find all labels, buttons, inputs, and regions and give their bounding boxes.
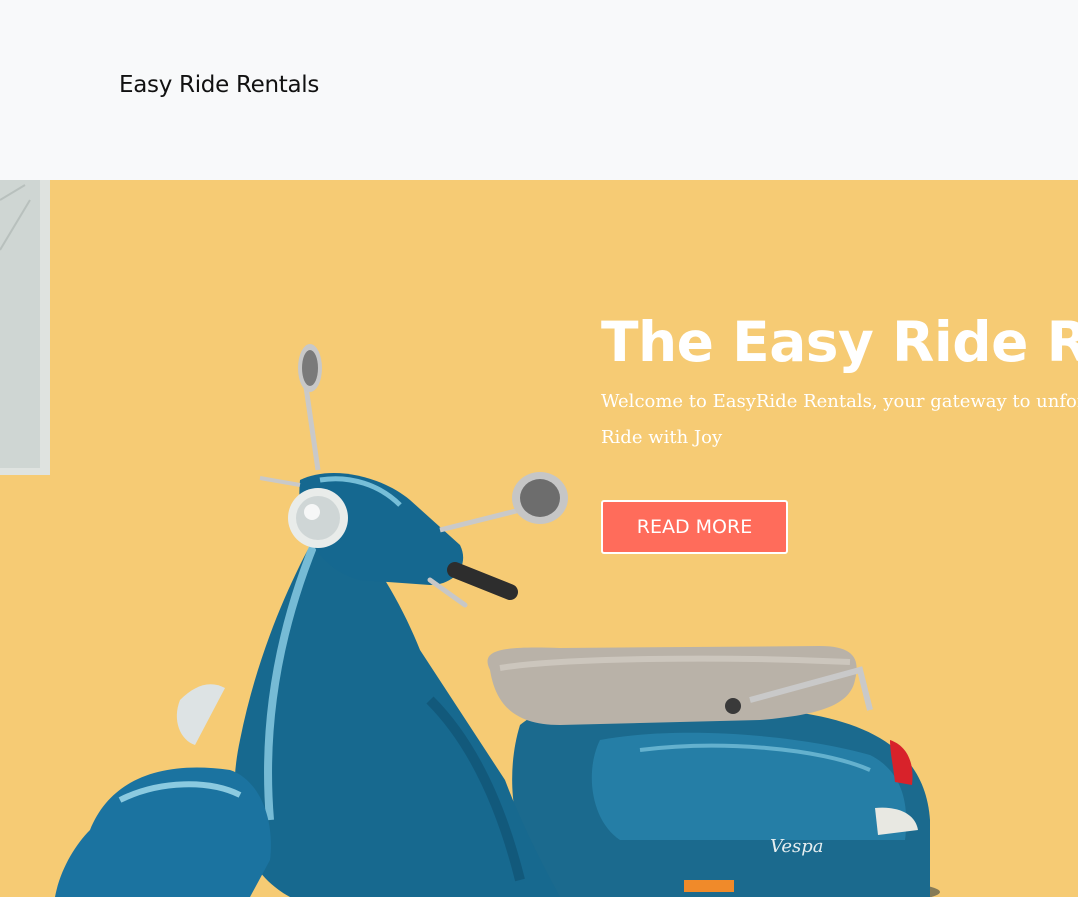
hero-photo-scooter: Vespa — [0, 180, 1078, 897]
hero-text: Welcome to EasyRide Rentals, your gatewa… — [601, 384, 1078, 456]
hero-text-line2: Ride with Joy — [601, 427, 723, 448]
hero-banner: Vespa The Easy Ride Re Welcome to EasyRi… — [0, 180, 1078, 897]
site-header: Easy Ride Rentals — [0, 0, 1078, 180]
hero-content: The Easy Ride Re Welcome to EasyRide Ren… — [601, 310, 1078, 554]
hero-title: The Easy Ride Re — [601, 310, 1078, 374]
brand-logo-link[interactable]: Easy Ride Rentals — [119, 72, 319, 98]
vespa-badge: Vespa — [770, 836, 824, 857]
read-more-button[interactable]: READ MORE — [601, 500, 788, 554]
hero-text-line1: Welcome to EasyRide Rentals, your gatewa… — [601, 391, 1078, 412]
